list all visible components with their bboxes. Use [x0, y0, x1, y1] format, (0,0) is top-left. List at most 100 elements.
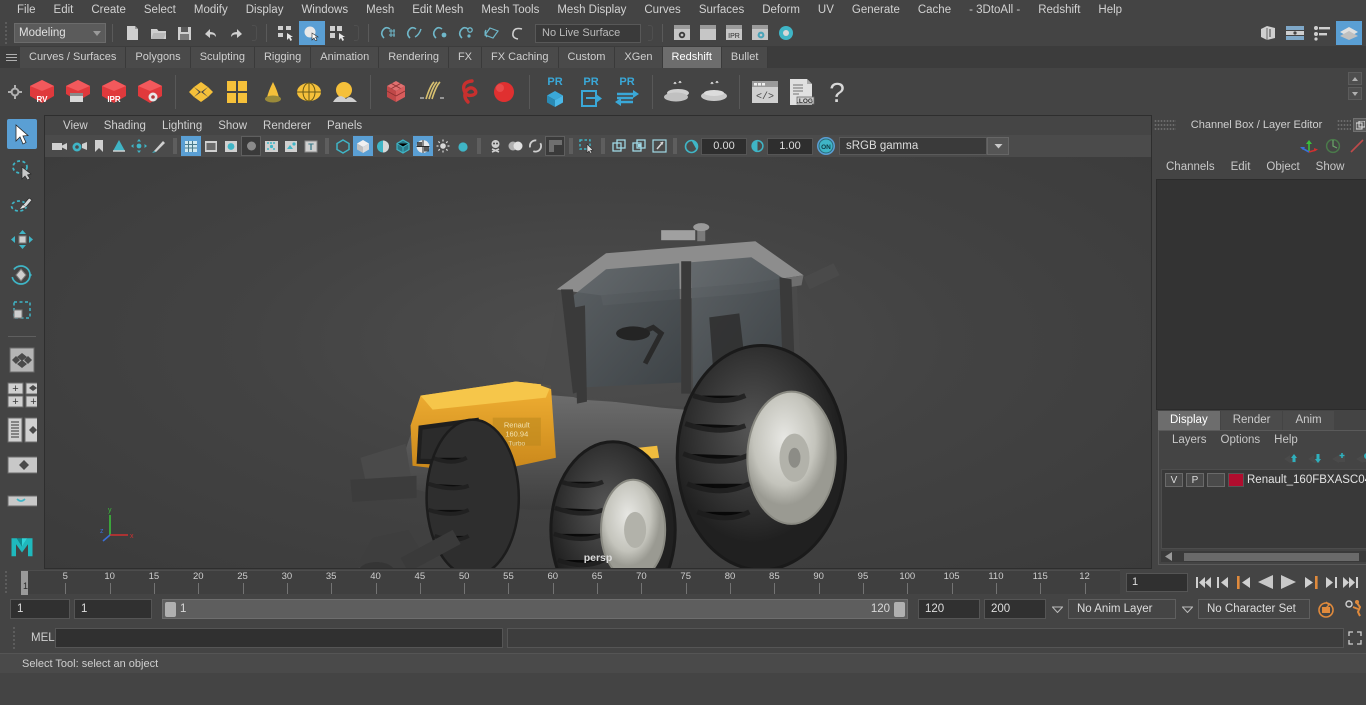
- camera-attributes-icon[interactable]: [69, 136, 89, 156]
- color-management-selector[interactable]: sRGB gamma: [839, 137, 987, 155]
- range-start-field[interactable]: 1: [74, 599, 152, 619]
- layer-color-swatch[interactable]: [1228, 473, 1244, 487]
- time-slider[interactable]: 1 5 10 15 20 25 30 35 40 45 50 55 60 65 70 75 80 85 90 95 1…: [21, 570, 1120, 595]
- image-plane-icon[interactable]: [109, 136, 129, 156]
- options-menu[interactable]: Options: [1214, 434, 1268, 446]
- menu-item-mesh[interactable]: Mesh: [357, 0, 403, 20]
- select-by-hierarchy-icon[interactable]: [273, 21, 299, 45]
- menu-item-3dtoall[interactable]: - 3DtoAll -: [960, 0, 1029, 20]
- gradient-background-icon[interactable]: [545, 136, 565, 156]
- command-input[interactable]: [55, 628, 503, 648]
- show-menu[interactable]: Show: [1308, 161, 1353, 173]
- tab-render-layers[interactable]: Render: [1220, 411, 1283, 430]
- layer-type-toggle[interactable]: [1207, 473, 1225, 487]
- step-back-frame-icon[interactable]: [1234, 572, 1252, 592]
- snap-to-projected-center-icon[interactable]: [453, 21, 479, 45]
- character-set-selector[interactable]: No Character Set: [1198, 599, 1310, 619]
- tab-anim-layers[interactable]: Anim: [1283, 411, 1334, 430]
- shelf-tab-sculpting[interactable]: Sculpting: [190, 47, 255, 68]
- exposure-icon[interactable]: [681, 136, 701, 156]
- animation-end-time-field[interactable]: 200: [984, 599, 1046, 619]
- redshift-proxy-export-button[interactable]: PR: [537, 72, 573, 112]
- shelf-tab-polygons[interactable]: Polygons: [126, 47, 191, 68]
- edit-menu[interactable]: Edit: [1223, 161, 1259, 173]
- smooth-shade-all-icon[interactable]: [201, 136, 221, 156]
- menu-item-select[interactable]: Select: [135, 0, 185, 20]
- object-menu[interactable]: Object: [1258, 161, 1307, 173]
- light-toggle-icon[interactable]: [433, 136, 453, 156]
- two-sided-lighting-icon[interactable]: [453, 136, 473, 156]
- play-forward-icon[interactable]: [1278, 572, 1300, 592]
- lasso-select-tool[interactable]: [7, 154, 37, 184]
- menu-item-deform[interactable]: Deform: [753, 0, 809, 20]
- scrollbar-thumb[interactable]: [1184, 552, 1359, 561]
- layers-menu[interactable]: Layers: [1165, 434, 1214, 446]
- toggle-channel-box-icon[interactable]: [1309, 21, 1335, 45]
- viewport-menu-view[interactable]: View: [55, 120, 96, 132]
- anim-layer-chevron-down-icon[interactable]: [1050, 599, 1064, 619]
- step-forward-keyframe-icon[interactable]: [1322, 572, 1340, 592]
- color-management-toggle-icon[interactable]: ON: [817, 137, 835, 155]
- select-tool[interactable]: [7, 119, 37, 150]
- undo-icon[interactable]: [197, 21, 223, 45]
- shelf-tab-custom[interactable]: Custom: [558, 47, 616, 68]
- isolate-select-add-icon[interactable]: [629, 136, 649, 156]
- redshift-bake-2-button[interactable]: [696, 72, 732, 112]
- live-surface-field[interactable]: No Live Surface: [535, 23, 641, 43]
- shelf-tab-redshift[interactable]: Redshift: [662, 47, 722, 68]
- save-scene-icon[interactable]: [171, 21, 197, 45]
- bookmark-icon[interactable]: [89, 136, 109, 156]
- shelf-options-icon[interactable]: [6, 81, 24, 103]
- menu-item-uv[interactable]: UV: [809, 0, 843, 20]
- shelf-scroll-down-icon[interactable]: [1348, 87, 1362, 100]
- character-set-chevron-down-icon[interactable]: [1180, 599, 1194, 619]
- select-by-component-icon[interactable]: [325, 21, 351, 45]
- toggle-modeling-toolkit-icon[interactable]: [1255, 21, 1281, 45]
- gamma-icon[interactable]: [747, 136, 767, 156]
- xray-icon[interactable]: [333, 136, 353, 156]
- shelf-tab-bullet[interactable]: Bullet: [721, 47, 769, 68]
- layer-list[interactable]: V P Renault_160FBXASC04: [1161, 469, 1366, 549]
- rotate-manipulator-icon[interactable]: [1324, 138, 1342, 154]
- layer-row[interactable]: V P Renault_160FBXASC04: [1165, 473, 1366, 487]
- redshift-hair-button[interactable]: [414, 72, 450, 112]
- tab-display-layers[interactable]: Display: [1158, 411, 1220, 430]
- select-by-object-icon[interactable]: [299, 21, 325, 45]
- redshift-sphere-button[interactable]: [486, 72, 522, 112]
- move-layer-down-icon[interactable]: [1307, 452, 1323, 464]
- snap-to-grid-icon[interactable]: [375, 21, 401, 45]
- viewport-menu-panels[interactable]: Panels: [319, 120, 370, 132]
- menu-item-mesh-display[interactable]: Mesh Display: [548, 0, 635, 20]
- new-scene-icon[interactable]: [119, 21, 145, 45]
- marquee-select-icon[interactable]: [577, 136, 597, 156]
- snap-to-point-icon[interactable]: [427, 21, 453, 45]
- default-material-icon[interactable]: [393, 136, 413, 156]
- lights-icon[interactable]: [261, 136, 281, 156]
- isolate-select-icon[interactable]: [609, 136, 629, 156]
- render-view-icon[interactable]: [669, 21, 695, 45]
- rotate-tool[interactable]: [7, 260, 37, 290]
- persp-graph-layout[interactable]: [7, 450, 37, 480]
- move-manipulator-icon[interactable]: [1300, 138, 1318, 154]
- undock-panel-icon[interactable]: [1353, 118, 1366, 132]
- redo-icon[interactable]: [223, 21, 249, 45]
- shelf-tab-fx[interactable]: FX: [448, 47, 483, 68]
- channels-menu[interactable]: Channels: [1158, 161, 1223, 173]
- snap-to-curve-icon[interactable]: [401, 21, 427, 45]
- viewport-menu-lighting[interactable]: Lighting: [154, 120, 210, 132]
- four-view-layout[interactable]: + + +: [7, 380, 37, 410]
- command-line-grip[interactable]: [10, 627, 19, 649]
- redshift-script-editor-button[interactable]: </>: [747, 72, 783, 112]
- screen-space-ao-icon[interactable]: T: [301, 136, 321, 156]
- menu-item-curves[interactable]: Curves: [635, 0, 689, 20]
- textured-icon[interactable]: [241, 136, 261, 156]
- render-settings-icon[interactable]: [747, 21, 773, 45]
- ipr-render-icon[interactable]: IPR: [721, 21, 747, 45]
- grid-toggle-icon[interactable]: [129, 136, 149, 156]
- redshift-ipr-render-button[interactable]: IPR: [96, 72, 132, 112]
- menu-item-help[interactable]: Help: [1089, 0, 1131, 20]
- render-current-frame-icon[interactable]: [695, 21, 721, 45]
- range-end-field[interactable]: 120: [918, 599, 980, 619]
- redshift-proxy-cube-button[interactable]: [183, 72, 219, 112]
- move-tool[interactable]: [7, 224, 37, 254]
